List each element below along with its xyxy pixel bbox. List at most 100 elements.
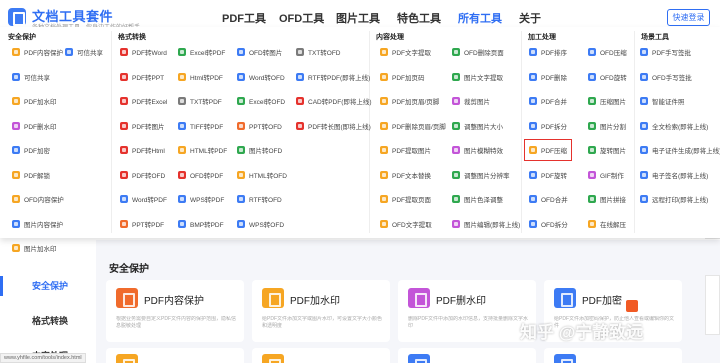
tool-link[interactable]: Excel转OFD [237, 95, 285, 107]
tool-link[interactable]: PDF加页码 [380, 71, 425, 83]
nav-ofd-tools[interactable]: OFD工具 [279, 10, 324, 26]
watermark-icon [262, 288, 284, 308]
tool-link[interactable]: 调整图片大小 [452, 120, 503, 132]
tool-link[interactable]: WPS转PDF [178, 193, 224, 205]
tool-link[interactable]: HTML转OFD [237, 169, 287, 181]
tool-link[interactable]: PDF转Excel [120, 95, 167, 107]
tool-link[interactable]: PDF转长图(即将上线) [296, 120, 371, 132]
tool-link[interactable]: OFD转PDF [178, 169, 223, 181]
tool-link[interactable]: Html转PDF [178, 71, 223, 83]
tool-link[interactable]: PDF删除 [529, 71, 567, 83]
tool-link[interactable]: 图片拼接 [588, 193, 626, 205]
tool-link[interactable]: 图片色泽调整 [452, 193, 503, 205]
tool-link[interactable]: Word转PDF [120, 193, 167, 205]
tool-link[interactable]: OFD拆分 [529, 218, 568, 230]
tool-card-pdf-protect[interactable]: PDF内容保护 根据业务需要自定义PDF文件内容的保护范围，隐私信息脱敏处理 [106, 280, 244, 342]
tool-link[interactable]: PDF转Word [120, 46, 167, 58]
tool-link[interactable]: PDF转Html [120, 144, 165, 156]
tool-link[interactable]: PDF加水印 [12, 95, 57, 107]
tool-link[interactable]: PDF加页眉/页脚 [380, 95, 439, 107]
tool-link[interactable]: 电子签名(即将上线) [640, 169, 708, 181]
tool-link[interactable]: PDF转PPT [120, 71, 164, 83]
tool-link[interactable]: PDF解锁 [12, 169, 50, 181]
tool-link[interactable]: RTF转PDF(即将上线) [296, 71, 370, 83]
tool-link[interactable]: HTML转PDF [178, 144, 227, 156]
tool-link[interactable]: 可信共享 [65, 46, 103, 58]
tool-link[interactable]: 图片转OFD [237, 144, 282, 156]
tool-link[interactable]: OFD删除页面 [452, 46, 504, 58]
tool-link[interactable]: TXT转OFD [296, 46, 341, 58]
logo-icon[interactable] [8, 8, 26, 26]
flag-icon[interactable] [626, 300, 638, 312]
tool-link[interactable]: 压缩图片 [588, 95, 626, 107]
tool-link[interactable]: OFD旋转 [588, 71, 627, 83]
tool-link[interactable]: 电子证件生成(即将上线) [640, 144, 720, 156]
tool-label: BMP转PDF [190, 221, 224, 229]
sidebar-item-security[interactable]: 安全保护 [14, 273, 96, 299]
nav-special-tools[interactable]: 特色工具 [397, 10, 441, 26]
tool-link[interactable]: 可信共享 [12, 71, 50, 83]
tool-link[interactable]: PPT转OFD [237, 120, 282, 132]
tool-link[interactable]: OFD内容保护 [12, 193, 64, 205]
tool-link[interactable]: BMP转PDF [178, 218, 224, 230]
tool-link[interactable]: TIFF转PDF [178, 120, 223, 132]
tool-link[interactable]: PDF提取页面 [380, 193, 431, 205]
tool-link[interactable]: PDF提取图片 [380, 144, 431, 156]
tool-link[interactable]: PDF内容保护 [12, 46, 63, 58]
tool-link[interactable]: RTF转OFD [237, 193, 282, 205]
nav-all-tools[interactable]: 所有工具 [458, 10, 502, 26]
tool-link[interactable]: PDF手写签批 [640, 46, 691, 58]
nav-image-tools[interactable]: 图片工具 [336, 10, 380, 26]
tool-label: PDF文本替换 [392, 172, 431, 180]
tool-link[interactable]: Excel转PDF [178, 46, 225, 58]
sidebar-item-format-conversion[interactable]: 格式转换 [14, 308, 96, 334]
tool-link[interactable]: 图片编辑(即将上线) [452, 218, 520, 230]
tool-link[interactable]: OFD转图片 [237, 46, 282, 58]
tool-link-pdf-compress[interactable]: PDF压缩 [524, 139, 572, 161]
tool-icon [12, 72, 20, 81]
tool-link[interactable]: PDF文字提取 [380, 46, 431, 58]
tool-link[interactable]: PDF排序 [529, 46, 567, 58]
tool-link[interactable]: 在线解压 [588, 218, 626, 230]
tool-link[interactable]: PDF加密 [12, 144, 50, 156]
floating-toolbar[interactable] [705, 275, 720, 335]
tool-link[interactable]: 图片模糊特效 [452, 144, 503, 156]
tool-link[interactable]: PDF转图片 [120, 120, 165, 132]
tool-link[interactable]: PDF删除页眉/页脚 [380, 120, 446, 132]
tool-link[interactable]: 裁剪图片 [452, 95, 490, 107]
tool-link[interactable]: PDF删水印 [12, 120, 57, 132]
tool-link[interactable]: 图片分割 [588, 120, 626, 132]
tool-link[interactable]: TXT转PDF [178, 95, 222, 107]
tool-link[interactable]: 远程打印(即将上线) [640, 193, 708, 205]
tool-link[interactable]: CAD转PDF(即将上线) [296, 95, 372, 107]
tool-card[interactable] [106, 348, 244, 363]
tool-link[interactable]: 智能证件照 [640, 95, 685, 107]
tool-link[interactable]: PDF合并 [529, 95, 567, 107]
tool-link[interactable]: OFD手写签批 [640, 71, 692, 83]
tool-link[interactable]: WPS转OFD [237, 218, 284, 230]
tool-link[interactable]: PDF旋转 [529, 169, 567, 181]
tool-link[interactable]: OFD文字提取 [380, 218, 432, 230]
tool-link[interactable]: PDF转OFD [120, 169, 165, 181]
tool-link[interactable]: 调整图片分辨率 [452, 169, 510, 181]
tool-card-pdf-watermark[interactable]: PDF加水印 给PDF文件添加文字或图片水印，可设置文字大小颜色和透明度 [252, 280, 390, 342]
tool-link[interactable]: PDF拆分 [529, 120, 567, 132]
tool-link[interactable]: 图片文字提取 [452, 71, 503, 83]
tool-link[interactable]: PPT转PDF [120, 218, 164, 230]
tool-link[interactable]: 图片加水印 [12, 242, 57, 254]
tool-link[interactable]: OFD合并 [529, 193, 568, 205]
tool-link[interactable]: OFD压缩 [588, 46, 627, 58]
tool-card[interactable] [544, 348, 682, 363]
tool-card[interactable] [398, 348, 536, 363]
tool-link[interactable]: 全文检索(即将上线) [640, 120, 708, 132]
tool-card[interactable] [252, 348, 390, 363]
tool-link[interactable]: GIF制作 [588, 169, 624, 181]
nav-pdf-tools[interactable]: PDF工具 [222, 10, 266, 26]
tool-link[interactable]: 图片内容保护 [12, 218, 63, 230]
tool-card-pdf-remove-watermark[interactable]: PDF删水印 删除PDF文件中添加的水印信息，支持批量删除文字水印 [398, 280, 536, 342]
tool-link[interactable]: Word转OFD [237, 71, 285, 83]
nav-about[interactable]: 关于 [519, 10, 541, 26]
login-button[interactable]: 快速登录 [667, 9, 710, 26]
tool-link[interactable]: 旋转图片 [588, 144, 626, 156]
tool-link[interactable]: PDF文本替换 [380, 169, 431, 181]
